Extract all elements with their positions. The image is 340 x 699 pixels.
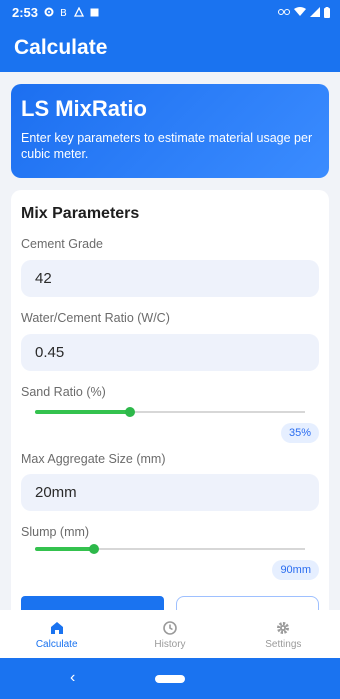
card-title: Mix Parameters bbox=[21, 205, 140, 222]
back-icon[interactable]: ‹ bbox=[70, 669, 75, 687]
home-pill[interactable] bbox=[155, 675, 185, 683]
nav-label: Settings bbox=[265, 638, 302, 650]
nav-label: Calculate bbox=[35, 638, 78, 650]
nav-item-history[interactable]: History bbox=[113, 610, 226, 658]
max-aggregate-input[interactable]: 20mm bbox=[21, 474, 319, 511]
link-icon bbox=[278, 9, 290, 15]
nav-item-settings[interactable]: Settings bbox=[227, 610, 340, 658]
slider-thumb[interactable] bbox=[124, 407, 135, 417]
alert-icon bbox=[74, 7, 85, 17]
hero-description: Enter key parameters to estimate materia… bbox=[21, 131, 313, 161]
nav-label: History bbox=[154, 638, 186, 650]
slump-value-badge: 90mm bbox=[272, 560, 319, 580]
status-time: 2:53 bbox=[12, 4, 39, 20]
slump-label: Slump (mm) bbox=[21, 525, 90, 539]
sand-ratio-value-badge: 35% bbox=[280, 423, 319, 443]
hero-title: LS MixRatio bbox=[21, 96, 147, 121]
sand-ratio-slider[interactable] bbox=[35, 407, 305, 417]
slider-fill bbox=[35, 547, 95, 551]
gear-icon bbox=[44, 7, 54, 17]
calendar-icon bbox=[90, 8, 99, 17]
max-aggregate-label: Max Aggregate Size (mm) bbox=[21, 452, 166, 466]
wc-ratio-label: Water/Cement Ratio (W/C) bbox=[21, 311, 170, 325]
app-bar: Calculate bbox=[0, 24, 340, 72]
slider-fill bbox=[35, 410, 130, 414]
status-bar: 2:53 B bbox=[0, 0, 340, 24]
battery-icon bbox=[324, 6, 330, 18]
nav-item-calculate[interactable]: Calculate bbox=[0, 610, 113, 658]
slider-thumb[interactable] bbox=[89, 544, 100, 554]
history-icon bbox=[161, 619, 179, 637]
svg-text:B: B bbox=[60, 8, 67, 17]
wc-ratio-input[interactable]: 0.45 bbox=[21, 334, 319, 371]
system-navigation-bar: ‹ bbox=[0, 658, 340, 699]
bottom-navigation: Calculate History Settings bbox=[0, 610, 340, 658]
signal-icon bbox=[310, 7, 320, 17]
gear-icon bbox=[274, 619, 292, 637]
wifi-icon bbox=[294, 7, 306, 16]
slump-slider[interactable] bbox=[35, 544, 305, 554]
page-title: Calculate bbox=[14, 36, 108, 59]
b-icon: B bbox=[60, 8, 67, 17]
hero-banner: LS MixRatio Enter key parameters to esti… bbox=[11, 84, 329, 178]
mix-parameters-card: Mix Parameters Cement Grade 42 Water/Cem… bbox=[11, 190, 329, 640]
sand-ratio-label: Sand Ratio (%) bbox=[21, 385, 106, 399]
cement-grade-label: Cement Grade bbox=[21, 237, 103, 251]
cement-grade-input[interactable]: 42 bbox=[21, 260, 319, 297]
home-icon bbox=[48, 619, 66, 637]
